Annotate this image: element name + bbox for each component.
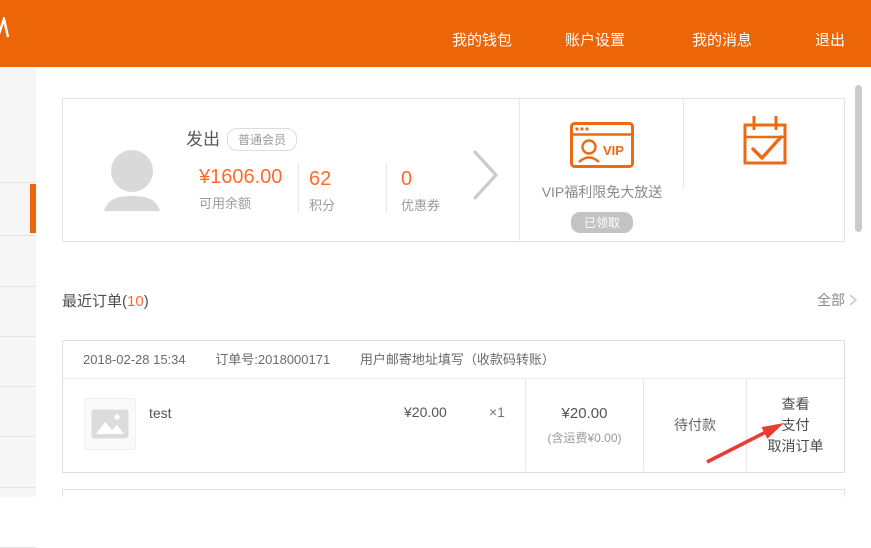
order-status-column: 待付款 [643, 379, 746, 471]
balance-stat[interactable]: ¥1606.00 可用余额 [199, 167, 291, 212]
order-total: ¥20.00 [562, 405, 608, 422]
sidebar-item[interactable] [0, 287, 36, 337]
avatar [101, 149, 163, 211]
product-price: ¥20.00 [404, 404, 447, 420]
sidebar-item[interactable] [0, 387, 36, 437]
coupons-stat[interactable]: 0 优惠券 [401, 169, 440, 214]
order-card: 2018-02-28 15:34 订单号:2018000171 用户邮寄地址填写… [62, 340, 845, 473]
svg-text:VIP: VIP [603, 143, 624, 158]
calendar-check-icon [741, 113, 789, 171]
logo-fragment-icon [0, 17, 10, 39]
view-order-link[interactable]: 查看 [782, 397, 810, 411]
shipping-note: (含运费¥0.00) [547, 429, 621, 446]
orders-title-text: 最近订单( [62, 293, 127, 310]
view-all-orders-link[interactable]: 全部 [817, 290, 858, 310]
divider [298, 163, 299, 213]
order-total-column: ¥20.00 (含运费¥0.00) [525, 379, 643, 471]
chevron-right-icon[interactable] [471, 149, 501, 201]
recent-orders-title: 最近订单(10) [62, 290, 149, 311]
nav-logout[interactable]: 退出 [815, 29, 845, 50]
sidebar-item[interactable] [0, 337, 36, 387]
chevron-right-small-icon [848, 293, 858, 307]
product-name[interactable]: test [149, 405, 172, 421]
next-order-card-partial [62, 489, 845, 497]
order-actions-column: 查看 支付 取消订单 [746, 379, 844, 471]
product-qty: ×1 [489, 404, 505, 420]
view-all-label: 全部 [817, 292, 845, 308]
points-label: 积分 [309, 195, 335, 214]
balance-label: 可用余额 [199, 193, 291, 212]
order-card-body: test ¥20.00 ×1 ¥20.00 (含运费¥0.00) 待付款 查看 … [63, 379, 844, 471]
recent-orders-header: 最近订单(10) 全部 [62, 290, 858, 310]
sign-in-cell[interactable] [684, 99, 845, 241]
scrollbar-thumb[interactable] [855, 85, 862, 232]
order-address-note: 用户邮寄地址填写（收款码转账） [360, 352, 555, 367]
collapsed-sidebar [0, 67, 36, 497]
nav-my-messages[interactable]: 我的消息 [692, 29, 752, 50]
order-status: 待付款 [674, 415, 716, 435]
vip-window-icon: VIP [570, 122, 634, 168]
sidebar-item[interactable] [0, 488, 36, 548]
order-number: 订单号:2018000171 [215, 352, 330, 367]
sidebar-item[interactable] [0, 437, 36, 488]
vip-promo-title: VIP福利限免大放送 [521, 182, 683, 202]
vip-promo-cell[interactable]: VIP VIP福利限免大放送 已领取 [521, 99, 683, 241]
points-stat[interactable]: 62 积分 [309, 169, 335, 214]
order-datetime: 2018-02-28 15:34 [83, 352, 186, 367]
balance-value: ¥1606.00 [199, 167, 291, 188]
points-value: 62 [309, 169, 335, 190]
member-level-badge: 普通会员 [227, 128, 297, 151]
top-navbar: 我的钱包 账户设置 我的消息 退出 [0, 0, 871, 67]
order-card-header: 2018-02-28 15:34 订单号:2018000171 用户邮寄地址填写… [63, 341, 844, 379]
pay-order-link[interactable]: 支付 [782, 418, 810, 432]
username: 发出 [186, 125, 220, 150]
vip-claimed-badge[interactable]: 已领取 [571, 212, 633, 233]
cancel-order-link[interactable]: 取消订单 [768, 439, 824, 453]
nav-my-wallet[interactable]: 我的钱包 [452, 29, 512, 50]
sidebar-item[interactable] [0, 67, 36, 183]
divider [519, 99, 520, 241]
divider [386, 163, 387, 213]
sidebar-active-indicator [30, 184, 36, 233]
image-placeholder-icon [91, 409, 129, 439]
user-profile-card: 发出 普通会员 ¥1606.00 可用余额 62 积分 0 优惠券 VIP VI… [62, 98, 845, 242]
orders-count: 10 [127, 293, 144, 310]
coupons-label: 优惠券 [401, 195, 440, 214]
product-thumbnail[interactable] [84, 398, 136, 450]
order-item-column: test ¥20.00 ×1 [63, 379, 525, 471]
sidebar-item[interactable] [0, 236, 36, 287]
nav-account-settings[interactable]: 账户设置 [565, 29, 625, 50]
orders-title-close: ) [144, 293, 149, 310]
coupons-value: 0 [401, 169, 440, 190]
